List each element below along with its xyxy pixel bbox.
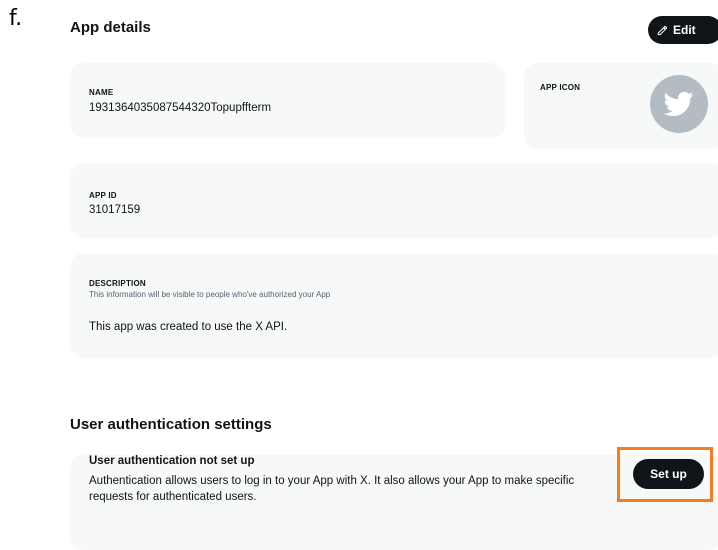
description-hint: This information will be visible to peop… xyxy=(89,290,331,299)
name-label: NAME xyxy=(89,88,114,97)
edit-button[interactable]: Edit xyxy=(648,16,718,44)
app-id-card: APP ID 31017159 xyxy=(70,163,718,238)
pencil-icon xyxy=(657,25,668,35)
app-icon-label: APP ICON xyxy=(540,83,581,92)
step-label: f. xyxy=(9,6,23,31)
app-id-label: APP ID xyxy=(89,191,117,200)
description-value: This app was created to use the X API. xyxy=(89,321,288,333)
user-auth-title: User authentication settings xyxy=(70,416,272,433)
edit-button-label: Edit xyxy=(673,23,696,37)
setup-button[interactable]: Set up xyxy=(633,459,704,489)
bird-icon xyxy=(664,91,694,117)
name-value: 1931364035087544320Topupffterm xyxy=(89,102,272,114)
app-id-value: 31017159 xyxy=(89,204,141,216)
app-details-title: App details xyxy=(70,19,151,36)
user-auth-status-heading: User authentication not set up xyxy=(89,455,255,467)
description-card: DESCRIPTION This information will be vis… xyxy=(70,253,718,358)
name-card: NAME 1931364035087544320Topupffterm xyxy=(70,63,505,138)
app-icon-avatar xyxy=(650,75,708,133)
description-label: DESCRIPTION xyxy=(89,279,146,288)
user-auth-status-desc: Authentication allows users to log in to… xyxy=(89,475,575,503)
app-icon-card: APP ICON xyxy=(524,63,718,149)
